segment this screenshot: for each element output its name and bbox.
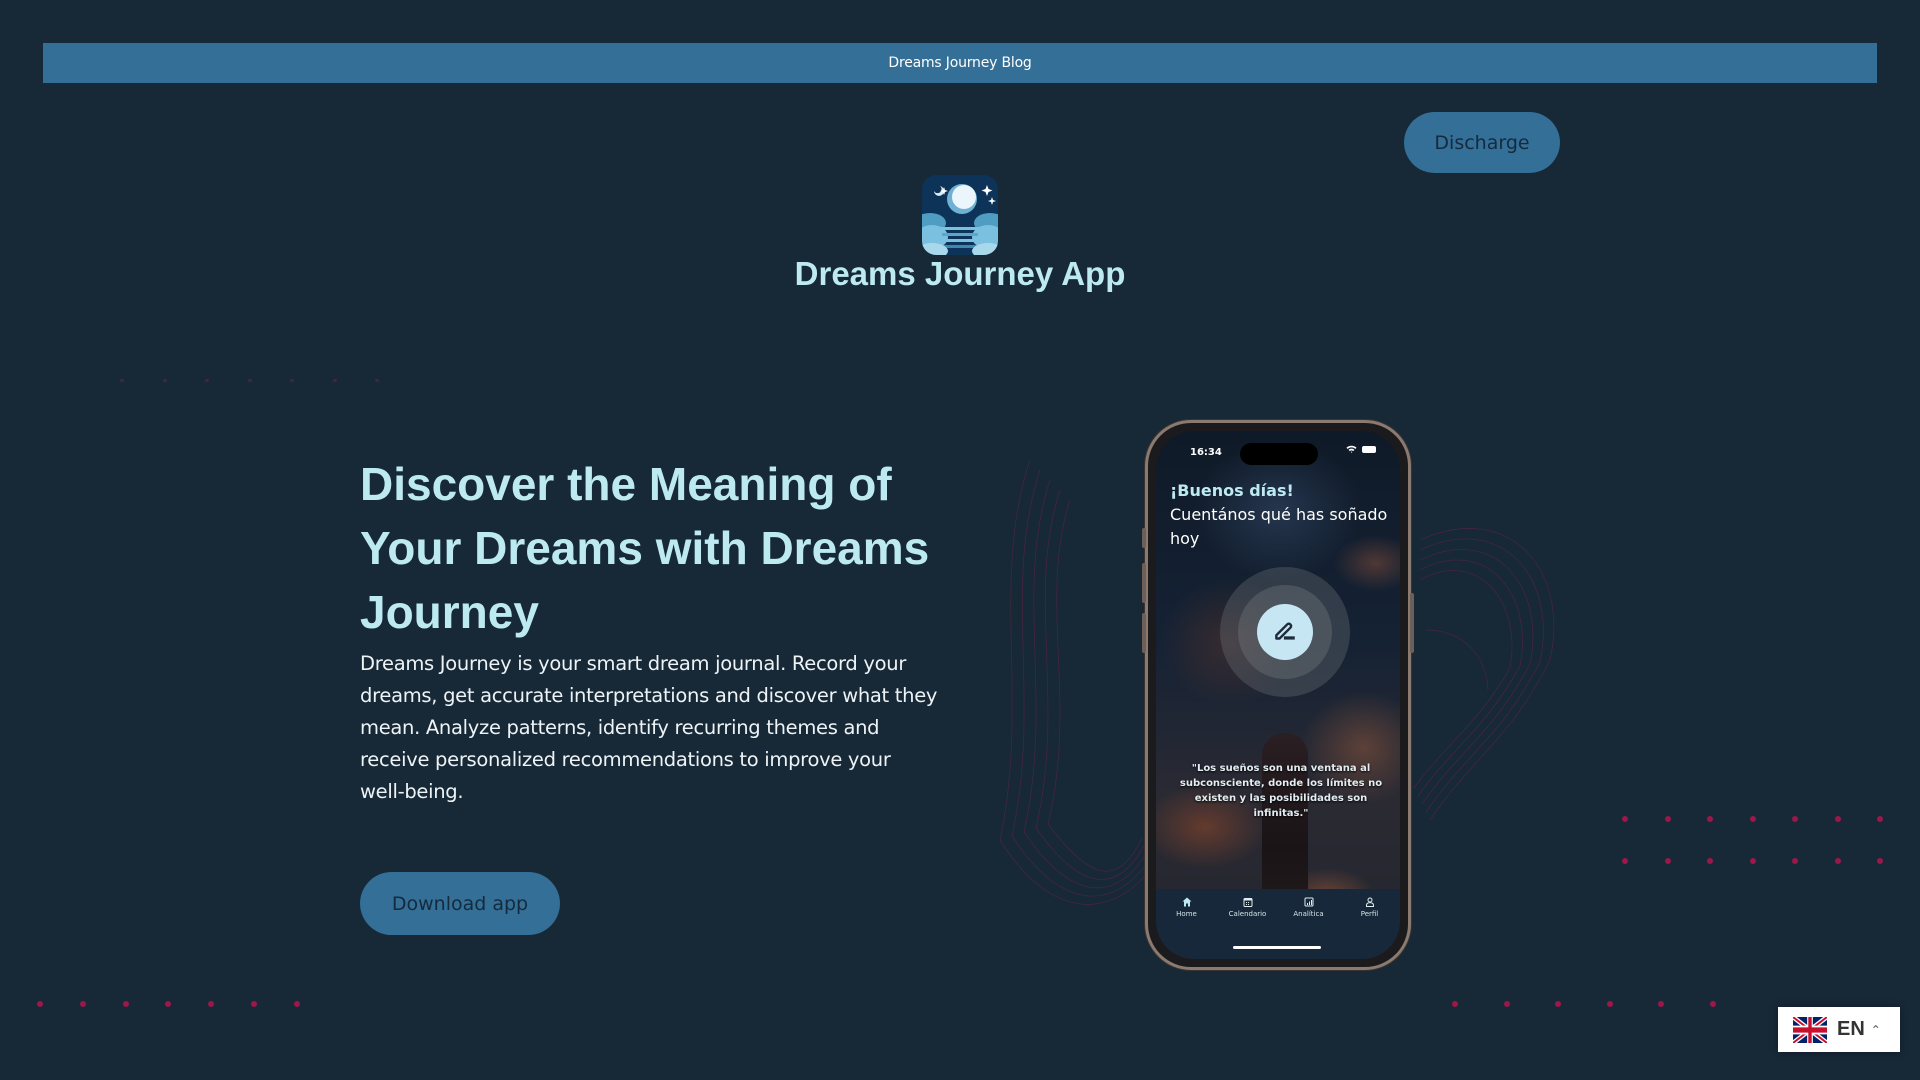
decorative-dot [1664,816,1671,822]
decorative-dot [1503,1001,1510,1007]
battery-icon [1362,445,1376,453]
decorative-dot [1452,1001,1458,1007]
edit-pencil-icon [1275,622,1295,640]
phone-mockup: 16:34 ¡Buenos días! Cuentános qué has so… [1142,420,1414,970]
tab-label: Calendario [1228,910,1267,918]
language-switcher[interactable]: EN ⌃ [1778,1007,1900,1052]
status-time: 16:34 [1190,447,1222,458]
record-dream-button[interactable] [1257,604,1313,660]
decorative-dot [1707,816,1713,822]
hero-heading: Discover the Meaning of Your Dreams with… [360,458,930,638]
decorative-dot [1792,858,1798,864]
tab-home[interactable]: Home [1158,897,1216,959]
decorative-dot [120,379,124,382]
uk-flag-icon [1793,1016,1827,1043]
analytics-icon [1304,897,1313,907]
dynamic-island [1240,443,1318,465]
decorative-dot [1834,816,1841,822]
greeting-prompt: Cuentános qué has soñado hoy [1170,505,1388,548]
phone-side-button [1142,613,1146,653]
phone-side-button [1410,593,1414,653]
tab-analitica[interactable]: Analítica [1280,897,1338,959]
decorative-dot [165,1001,172,1007]
decorative-dot [1664,858,1671,864]
decorative-dot [1834,858,1841,864]
tab-calendario[interactable]: Calendario [1219,897,1277,959]
decorative-dot [332,379,337,382]
decorative-dot [290,379,294,382]
decorative-dot [1709,1001,1716,1007]
decorative-dot [293,1001,300,1007]
tab-perfil[interactable]: Perfil [1341,897,1399,959]
decorative-dot [1622,858,1628,864]
discharge-button[interactable]: Discharge [1404,112,1560,173]
decorative-dot [208,1001,215,1007]
decorative-dot [247,379,252,382]
app-logo-icon [922,175,998,255]
decorative-dot [1749,858,1756,864]
wifi-icon [1346,445,1357,453]
decorative-dot [162,379,167,382]
decorative-dot [1877,816,1883,822]
phone-side-button [1142,563,1146,603]
tab-label: Analítica [1293,910,1324,918]
calendar-icon [1243,898,1252,907]
dream-quote: "Los sueños son una ventana al subconsci… [1179,763,1383,819]
decorative-dot [79,1001,86,1007]
home-indicator [1233,946,1321,949]
decorative-dot [1877,858,1883,864]
hero-description: Dreams Journey is your smart dream journ… [360,652,938,803]
profile-icon [1365,897,1374,907]
decorative-dot [375,379,379,382]
decorative-dot [1749,816,1756,822]
phone-tab-bar: Home Calendario Analítica Perfil [1156,889,1400,959]
home-icon [1182,897,1191,907]
decorative-dot [37,1001,43,1007]
decorative-dot [122,1001,129,1007]
decorative-dot [251,1001,257,1007]
decorative-dot [1555,1001,1561,1007]
phone-screen: 16:34 ¡Buenos días! Cuentános qué has so… [1156,431,1400,959]
record-dream-inner-ring [1238,585,1332,679]
status-icons [1346,445,1376,453]
decorative-dot [1658,1001,1664,1007]
blog-link[interactable]: Dreams Journey Blog [888,55,1031,71]
record-dream-ring [1220,567,1350,697]
decorative-dot [205,379,209,382]
language-code: EN [1837,1018,1865,1040]
decorative-dot [1606,1001,1613,1007]
tab-label: Home [1176,910,1197,918]
greeting-text: ¡Buenos días! [1170,481,1294,500]
app-title: Dreams Journey App [794,255,1126,292]
phone-side-button [1142,528,1146,548]
top-banner: Dreams Journey Blog [43,43,1877,83]
decorative-dot [1707,858,1713,864]
chevron-up-icon: ⌃ [1870,1022,1881,1037]
decorative-dot [1792,816,1798,822]
download-app-button[interactable]: Download app [360,872,560,935]
tab-label: Perfil [1360,910,1379,918]
decorative-dot [1622,816,1628,822]
